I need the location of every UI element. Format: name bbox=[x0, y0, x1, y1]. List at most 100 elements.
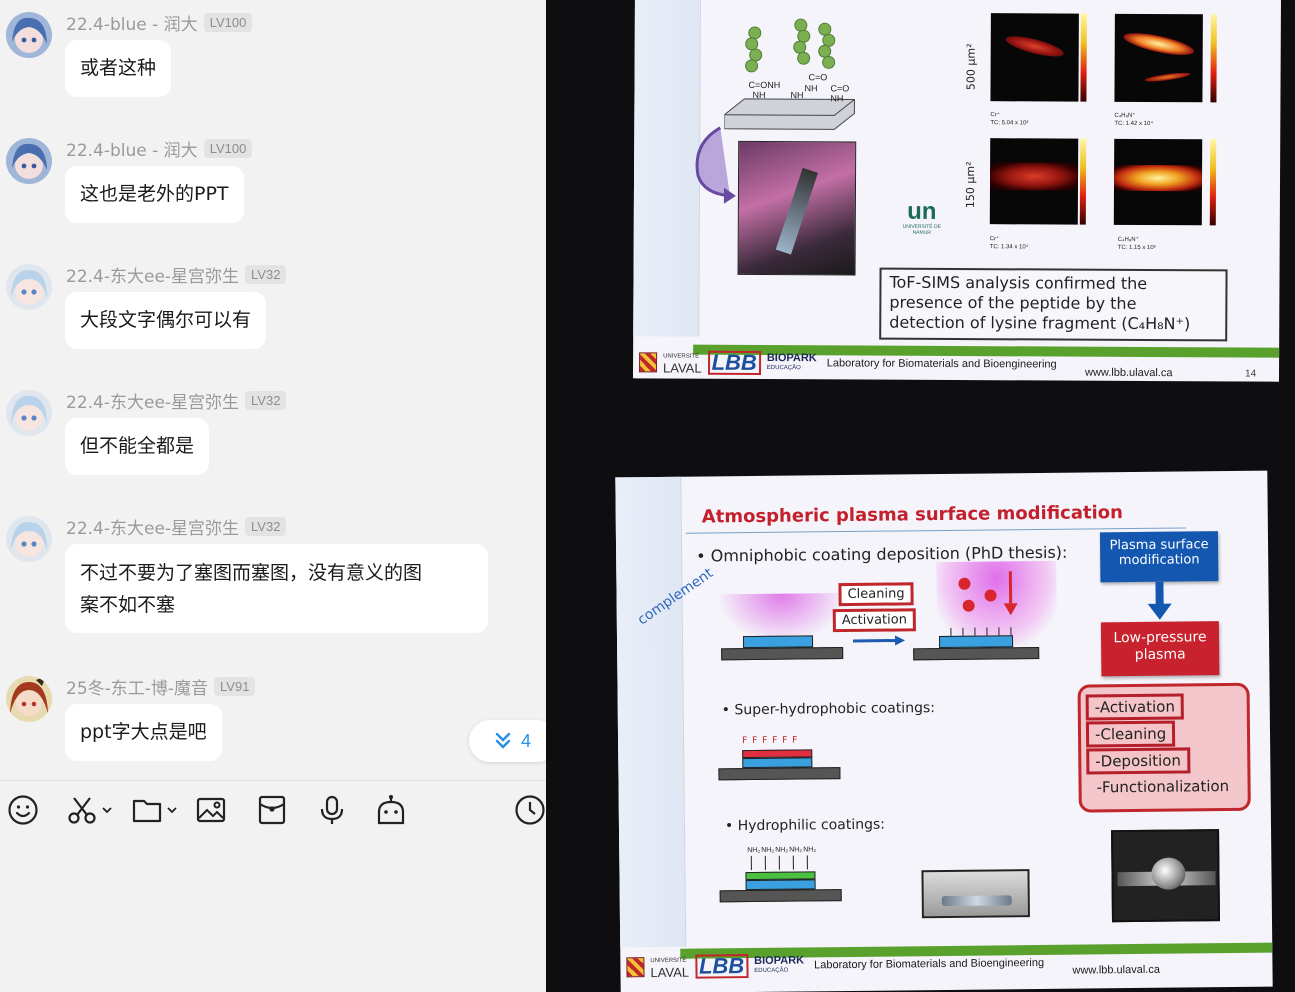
chem-label: C=O bbox=[830, 83, 850, 94]
lab-name: Laboratory for Biomaterials and Bioengin… bbox=[814, 956, 1045, 972]
step-item: -Cleaning bbox=[1085, 720, 1176, 748]
message-line: 案不如不塞 bbox=[80, 594, 176, 616]
tof-sims-image bbox=[989, 138, 1079, 225]
instrument-photo bbox=[737, 140, 857, 276]
nickname[interactable]: 22.4-blue - 润大 bbox=[66, 136, 198, 161]
message-bubble[interactable]: ppt字大点是吧 bbox=[65, 704, 222, 761]
slide-plasma: Atmospheric plasma surface modification … bbox=[615, 470, 1273, 992]
chem-label: C=ONH bbox=[748, 79, 781, 91]
svg-text:NH₂: NH₂ bbox=[761, 847, 774, 854]
laval-logo: UNIVERSITÉ LAVAL bbox=[650, 957, 690, 981]
avatar[interactable] bbox=[6, 138, 52, 184]
double-chevron-down-icon bbox=[495, 732, 511, 749]
lbb-logo: LBB bbox=[694, 953, 749, 979]
nickname[interactable]: 22.4-东大ee-星宫弥生 bbox=[66, 262, 239, 287]
screenshot-button[interactable] bbox=[66, 793, 112, 827]
nickname[interactable]: 22.4-blue - 润大 bbox=[66, 10, 198, 35]
step-item: -Functionalization bbox=[1096, 777, 1230, 797]
silver-hair-anime-avatar-icon bbox=[6, 516, 52, 562]
nickname[interactable]: 22.4-东大ee-星宫弥生 bbox=[66, 514, 239, 539]
level-badge: LV100 bbox=[203, 138, 253, 158]
message-meta: 22.4-blue - 润大 LV100 bbox=[66, 10, 253, 35]
history-button[interactable] bbox=[514, 793, 546, 827]
cleaning-label: Cleaning bbox=[838, 582, 914, 607]
file-button[interactable] bbox=[131, 793, 177, 827]
biopark-logo: BIOPARK EDUCAÇÃO bbox=[766, 352, 817, 372]
robot-button[interactable] bbox=[375, 793, 407, 827]
message-bubble[interactable]: 但不能全都是 bbox=[65, 418, 210, 475]
chem-label: NH bbox=[752, 89, 766, 100]
emoji-button[interactable] bbox=[7, 793, 39, 827]
axis-label: 500 µm² bbox=[964, 43, 978, 91]
blue-hair-anime-avatar-icon bbox=[6, 12, 52, 58]
image-icon bbox=[196, 797, 226, 823]
message-meta: 22.4-东大ee-星宫弥生 LV32 bbox=[66, 262, 287, 287]
robot-icon bbox=[377, 795, 405, 825]
low-pressure-line: plasma bbox=[1134, 646, 1186, 663]
laval-crest-icon bbox=[639, 352, 658, 373]
tc-label: TC: 1.34 x 10⁴ bbox=[989, 244, 1029, 251]
droplet-photo-round bbox=[1111, 829, 1220, 923]
message-bubble[interactable]: 或者这种 bbox=[65, 40, 172, 97]
svg-text:NH₂: NH₂ bbox=[747, 847, 760, 854]
plasma-surface-box: Plasma surface modification bbox=[1099, 531, 1219, 583]
scissors-icon bbox=[68, 797, 96, 824]
input-toolbar bbox=[0, 780, 546, 840]
message-bubble[interactable]: 这也是老外的PPT bbox=[65, 166, 244, 223]
slide-tof-sims: C=ONH NH NH C=O NH C=O NH un UNIVERSITÉ … bbox=[632, 0, 1282, 382]
red-packet-icon bbox=[258, 795, 286, 825]
red-packet-button[interactable] bbox=[256, 793, 288, 827]
lab-url: www.lbb.ulaval.ca bbox=[1072, 963, 1161, 977]
tc-label: TC: 1.15 x 10⁵ bbox=[1117, 244, 1157, 252]
chevron-down-icon[interactable] bbox=[102, 806, 112, 814]
avatar[interactable] bbox=[6, 264, 52, 310]
avatar[interactable] bbox=[6, 390, 52, 436]
tof-sims-image bbox=[1113, 138, 1203, 226]
silver-hair-anime-avatar-icon bbox=[6, 264, 52, 310]
svg-text:NH₂: NH₂ bbox=[803, 846, 816, 853]
colorbar bbox=[1209, 139, 1217, 226]
arrow-down-icon bbox=[1147, 581, 1172, 620]
page-number: 14 bbox=[1244, 368, 1257, 380]
slide-footer: UNIVERSITÉ LAVAL LBB BIOPARK EDUCAÇÃO Labo… bbox=[620, 942, 1273, 984]
message-bubble[interactable]: 大段文字偶尔可以有 bbox=[65, 292, 267, 349]
namur-logo-text: UNIVERSITÉ DE NAMUR bbox=[902, 223, 941, 236]
conclusion-line: presence of the peptide by the bbox=[889, 292, 1137, 313]
microphone-icon bbox=[320, 795, 344, 824]
blue-hair-anime-avatar-icon bbox=[6, 138, 52, 184]
plasma-surface-line: modification bbox=[1118, 552, 1200, 569]
bullet-text: • Super-hydrophobic coatings: bbox=[721, 700, 936, 719]
photo-of-slides[interactable]: C=ONH NH NH C=O NH C=O NH un UNIVERSITÉ … bbox=[546, 0, 1295, 992]
colorbar bbox=[1079, 138, 1087, 225]
step-item: -Activation bbox=[1085, 693, 1185, 721]
conclusion-line: detection of lysine fragment (C₄H₈N⁺) bbox=[889, 312, 1191, 334]
step-item: -Deposition bbox=[1086, 747, 1191, 775]
tof-sims-image bbox=[990, 13, 1079, 102]
chem-label: NH bbox=[790, 90, 804, 101]
avatar[interactable] bbox=[6, 676, 52, 722]
chem-label: NH bbox=[804, 83, 818, 94]
nickname[interactable]: 22.4-东大ee-星宫弥生 bbox=[66, 388, 239, 413]
biopark-logo: BIOPARK EDUCAÇÃO bbox=[754, 954, 805, 974]
nickname[interactable]: 25冬-东工-博-魔音 bbox=[66, 674, 208, 699]
tc-label: TC: 1.42 x 10⁴ bbox=[1114, 120, 1153, 128]
avatar[interactable] bbox=[6, 516, 52, 562]
message-meta: 22.4-东大ee-星宫弥生 LV32 bbox=[66, 388, 287, 413]
level-badge: LV32 bbox=[245, 264, 287, 284]
voice-button[interactable] bbox=[316, 793, 348, 827]
low-pressure-box: Low-pressure plasma bbox=[1100, 621, 1220, 677]
svg-text:NH₂: NH₂ bbox=[789, 846, 802, 853]
substrate bbox=[719, 889, 842, 903]
slide-side-band bbox=[615, 476, 687, 948]
level-badge: LV100 bbox=[203, 12, 253, 32]
avatar[interactable] bbox=[6, 12, 52, 58]
chem-label: NH bbox=[830, 93, 844, 104]
laval-logo: UNIVERSITÉ LAVAL bbox=[662, 353, 702, 376]
footer-logos: UNIVERSITÉ LAVAL LBB BIOPARK EDUCAÇÃO Labo… bbox=[639, 350, 1057, 376]
image-button[interactable] bbox=[195, 793, 227, 827]
message-bubble[interactable]: 不过不要为了塞图而塞图，没有意义的图 案不如不塞 bbox=[65, 544, 488, 633]
chevron-down-icon[interactable] bbox=[167, 806, 177, 814]
lbb-logo: LBB bbox=[707, 350, 761, 375]
peptide-surface-diagram bbox=[724, 18, 855, 130]
new-messages-badge[interactable]: 4 bbox=[469, 720, 546, 762]
